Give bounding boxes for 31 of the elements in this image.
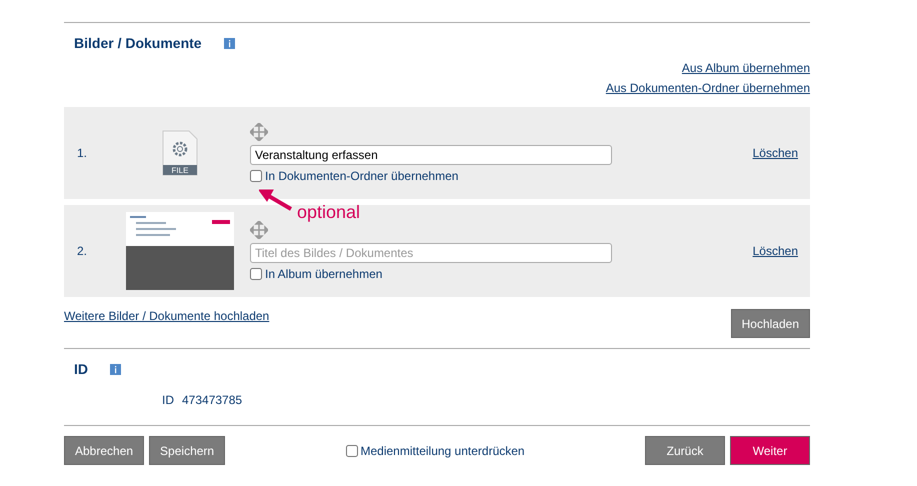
footer-button[interactable]: Abbrechen <box>64 436 144 465</box>
item-number: 1. <box>76 146 88 160</box>
move-icon[interactable] <box>250 123 268 141</box>
info-icon[interactable] <box>224 38 235 48</box>
link[interactable]: Aus Album übernehmen <box>682 61 810 75</box>
footer-button[interactable]: Speichern <box>149 436 226 465</box>
annotation-text: optional <box>297 202 360 223</box>
nav-button[interactable]: Zurück <box>645 436 725 465</box>
checkbox[interactable] <box>346 444 358 456</box>
checkbox-label: In Dokumenten-Ordner übernehmen <box>265 169 458 183</box>
nav-button[interactable]: Weiter <box>730 436 810 465</box>
item-number: 2. <box>76 244 88 258</box>
checkbox[interactable] <box>250 170 262 182</box>
title-input-field[interactable]: Titel des Bildes / Dokumentes <box>250 243 612 263</box>
checkbox-label: Medienmitteilung unterdrücken <box>360 444 525 458</box>
delete-link[interactable]: Löschen <box>752 146 798 160</box>
section-title: ID <box>74 361 89 377</box>
arrow-icon <box>259 189 293 211</box>
info-icon[interactable] <box>110 364 121 374</box>
title-input-field[interactable]: Veranstaltung erfassen <box>250 145 612 165</box>
checkbox-label: In Album übernehmen <box>265 267 382 281</box>
upload-button[interactable]: Hochladen <box>730 309 810 338</box>
id-value: 473473785 <box>182 393 242 407</box>
upload-more-link[interactable]: Weitere Bilder / Dokumente hochladen <box>64 309 270 323</box>
id-label: ID <box>162 393 174 407</box>
move-icon[interactable] <box>250 221 268 239</box>
checkbox[interactable] <box>250 268 262 280</box>
delete-link[interactable]: Löschen <box>752 244 798 258</box>
section-title: Bilder / Dokumente <box>74 35 203 51</box>
file-icon: FILE <box>161 130 199 176</box>
link[interactable]: Aus Dokumenten-Ordner übernehmen <box>606 81 810 95</box>
